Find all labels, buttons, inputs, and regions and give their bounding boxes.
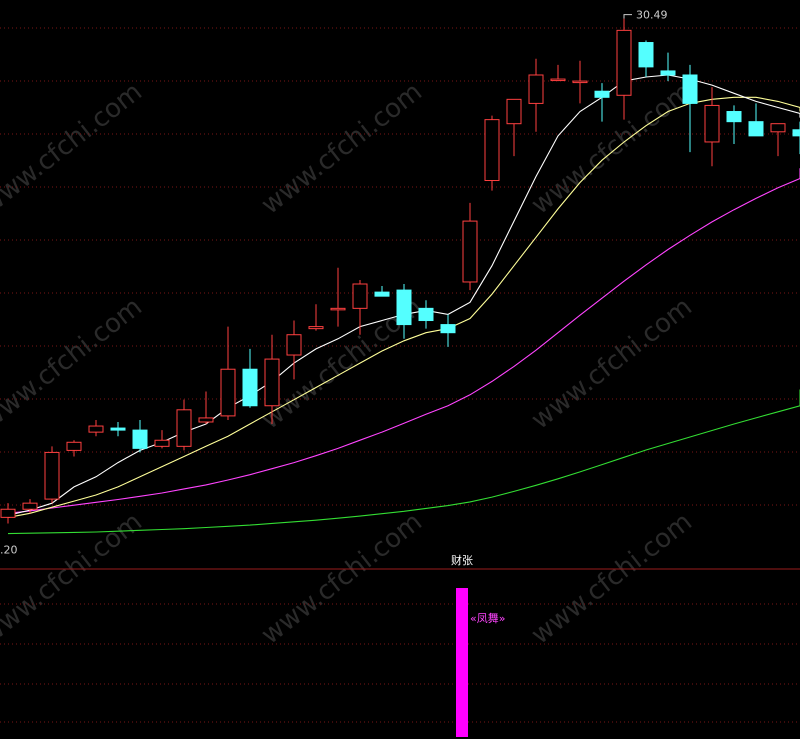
candle bbox=[286, 320, 302, 380]
candle-body bbox=[352, 283, 368, 309]
candle-body bbox=[594, 90, 610, 98]
candle bbox=[330, 267, 346, 327]
candle-body bbox=[66, 441, 82, 451]
candle bbox=[660, 52, 676, 82]
candle-body bbox=[44, 451, 60, 500]
candle bbox=[462, 202, 478, 291]
candle-body bbox=[682, 74, 698, 104]
candle-body bbox=[154, 439, 170, 447]
candle-body bbox=[726, 111, 742, 123]
candle bbox=[374, 286, 390, 297]
candle-body bbox=[88, 425, 104, 433]
candle bbox=[528, 58, 544, 132]
candle-body bbox=[110, 427, 126, 431]
candle-body bbox=[418, 307, 434, 322]
candle bbox=[66, 440, 82, 457]
low-price-label: .20 bbox=[0, 543, 18, 556]
high-price-label: 30.49 bbox=[636, 9, 668, 22]
candle bbox=[616, 18, 632, 120]
stock-chart-window: www.cfchi.com www.cfchi.com www.cfchi.com w… bbox=[0, 0, 800, 739]
high-price-marker bbox=[623, 14, 632, 19]
candle-body bbox=[242, 368, 258, 407]
candle-body bbox=[572, 80, 588, 84]
candlestick-chart: www.cfchi.com www.cfchi.com www.cfchi.com w… bbox=[0, 9, 800, 737]
candle bbox=[594, 83, 610, 122]
candle bbox=[132, 419, 148, 453]
candle bbox=[506, 98, 522, 157]
candle bbox=[770, 123, 786, 157]
candle-body bbox=[308, 326, 324, 330]
candle bbox=[484, 115, 500, 191]
candle bbox=[748, 103, 764, 137]
candle bbox=[44, 446, 60, 504]
candle bbox=[110, 421, 126, 437]
candle-body bbox=[506, 98, 522, 125]
candle-body bbox=[132, 429, 148, 449]
candle-body bbox=[550, 78, 566, 82]
candle bbox=[418, 300, 434, 329]
watermark-text: www.cfchi.com bbox=[0, 507, 148, 651]
watermark-text: www.cfchi.com bbox=[0, 292, 148, 436]
candle bbox=[88, 419, 104, 437]
indicator-grid bbox=[0, 603, 800, 723]
indicator-bar bbox=[456, 588, 468, 737]
candle bbox=[638, 40, 654, 78]
candle bbox=[176, 399, 192, 451]
candle-body bbox=[484, 119, 500, 182]
candle-body bbox=[462, 220, 478, 283]
candle-body bbox=[748, 121, 764, 137]
candle bbox=[440, 314, 456, 347]
candle-body bbox=[22, 502, 38, 510]
indicator-title: 财张 bbox=[451, 553, 473, 567]
candle-body bbox=[616, 29, 632, 96]
candle-body bbox=[638, 42, 654, 68]
candle bbox=[198, 391, 214, 425]
candle-body bbox=[792, 129, 800, 137]
candle-body bbox=[770, 123, 786, 133]
candle-body bbox=[220, 368, 236, 417]
watermark-text: www.cfchi.com bbox=[526, 292, 698, 436]
candle-body bbox=[528, 74, 544, 104]
candle-body bbox=[176, 409, 192, 447]
candle bbox=[550, 64, 566, 82]
candle-body bbox=[330, 307, 346, 311]
candle-body bbox=[440, 324, 456, 334]
watermark-text: www.cfchi.com bbox=[256, 77, 428, 221]
candle-body bbox=[198, 417, 214, 423]
candle bbox=[220, 326, 236, 420]
candle-body bbox=[374, 291, 390, 297]
candle bbox=[242, 348, 258, 408]
candle bbox=[154, 430, 170, 449]
candle-body bbox=[286, 334, 302, 356]
candle-body bbox=[704, 104, 720, 143]
indicator-annotation: «凤舞» bbox=[470, 612, 505, 625]
candle-body bbox=[660, 70, 676, 76]
watermark-text: www.cfchi.com bbox=[526, 507, 698, 651]
candle bbox=[726, 105, 742, 144]
watermark-text: www.cfchi.com bbox=[0, 77, 148, 221]
candle bbox=[572, 60, 588, 104]
watermark-text: www.cfchi.com bbox=[256, 507, 428, 651]
candle bbox=[792, 121, 800, 155]
candle-body bbox=[396, 289, 412, 326]
candle bbox=[308, 304, 324, 331]
candle-body bbox=[264, 358, 280, 407]
candle bbox=[0, 503, 16, 524]
watermark-layer: www.cfchi.com www.cfchi.com www.cfchi.com w… bbox=[0, 77, 698, 651]
candle-body bbox=[0, 508, 16, 518]
